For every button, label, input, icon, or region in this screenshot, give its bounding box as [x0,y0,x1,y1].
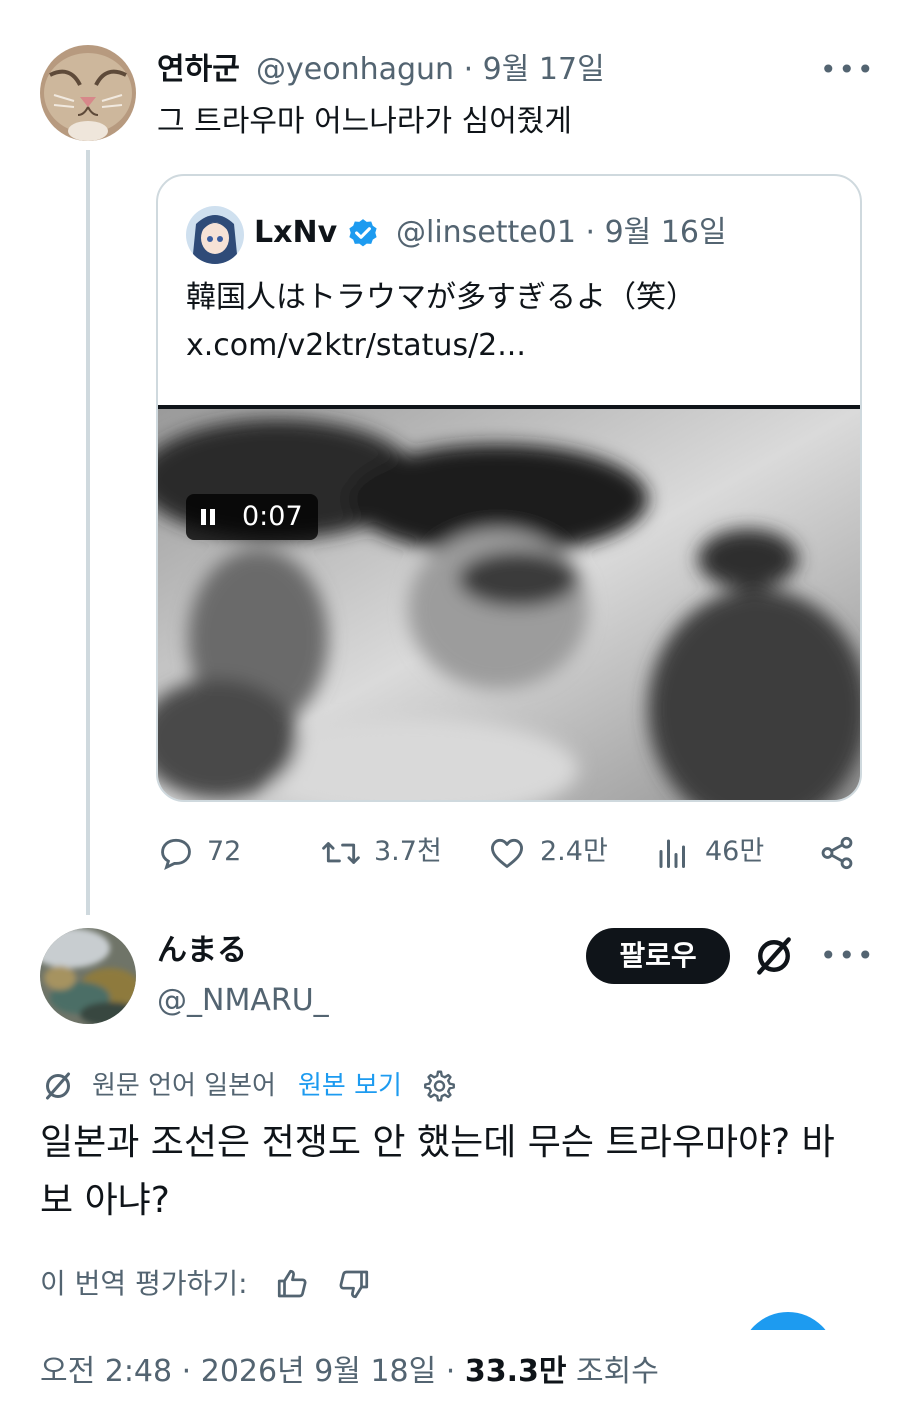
quoted-date: 9월 16일 [604,215,727,250]
views-button[interactable]: 46만 [655,832,775,872]
more-icon[interactable]: ••• [820,56,876,84]
post-date: 2026년 9월 18일 [200,1354,437,1389]
author-handle-date: @yeonhagun · 9월 17일 [256,50,605,90]
pause-icon[interactable] [200,508,216,526]
reply-button[interactable]: 72 [157,832,257,872]
gear-icon[interactable] [420,1068,456,1104]
video-timestamp: 0:07 [242,501,303,532]
view-count-label: 조회수 [576,1354,659,1389]
separator-dot: · [463,52,483,87]
quoted-author-name: LxNv [254,215,338,250]
separator-dot: · [181,1354,201,1389]
rate-translation-label: 이 번역 평가하기: [40,1267,248,1300]
video-frame [158,409,860,800]
avatar[interactable] [40,928,136,1024]
more-icon[interactable]: ••• [820,942,876,970]
author-handle[interactable]: @_NMARU_ [157,980,329,1022]
repost-button[interactable]: 3.7천 [320,832,450,872]
tweet-meta: 오전 2:48 · 2026년 9월 18일 · 33.3만 조회수 [40,1350,659,1394]
tweet-text: 그 트라우마 어느나라가 심어줬게 [157,104,573,139]
thumbs-down-icon[interactable] [336,1266,372,1302]
like-button[interactable]: 2.4만 [488,832,618,872]
separator-dot: · [445,1354,465,1389]
tweet-text: 일본과 조선은 전쟁도 안 했는데 무슨 트라우마야? 바보 아냐? [40,1122,835,1221]
post-time: 오전 2:48 [40,1354,173,1389]
quoted-handle: @linsette01 [396,215,576,250]
views-count: 46만 [705,836,765,867]
views-icon [659,839,685,868]
source-language: 원문 언어 일본어 [92,1071,276,1101]
quoted-handle-date: @linsette01 · 9월 16일 [396,212,727,254]
compose-fab[interactable] [738,1310,838,1330]
follow-button[interactable]: 팔로우 [586,928,730,984]
like-count: 2.4만 [540,836,608,867]
repost-icon [322,842,360,864]
thread-connector [86,150,90,915]
separator-dot: · [585,215,605,250]
avatar[interactable] [40,45,136,141]
repost-count: 3.7천 [374,836,442,867]
quoted-text: 韓国人はトラウマが多すぎるよ（笑） [186,280,696,315]
video-controls[interactable]: 0:07 [186,494,318,540]
author-name[interactable]: 연하군 [157,50,240,90]
share-button[interactable] [818,832,858,872]
quoted-avatar [186,206,244,264]
view-original-link[interactable]: 원본 보기 [298,1066,402,1106]
reply-count: 72 [207,836,242,867]
author-handle[interactable]: @yeonhagun [256,52,454,87]
like-icon [491,838,523,868]
reply-icon [161,838,191,870]
grok-icon[interactable] [752,934,796,978]
share-icon [821,836,853,870]
author-name[interactable]: んまる [157,930,247,972]
thumbs-up-icon[interactable] [274,1266,310,1302]
tweet-date[interactable]: 9월 17일 [483,52,605,87]
video-player[interactable] [158,405,860,800]
quoted-link[interactable]: x.com/v2ktr/status/2... [186,322,526,370]
view-count: 33.3만 [464,1354,567,1389]
verified-badge-icon [346,217,380,251]
quoted-tweet[interactable]: LxNv @linsette01 · 9월 16일 韓国人はトラウマが多すぎるよ… [156,174,862,802]
translate-icon [46,1072,70,1100]
